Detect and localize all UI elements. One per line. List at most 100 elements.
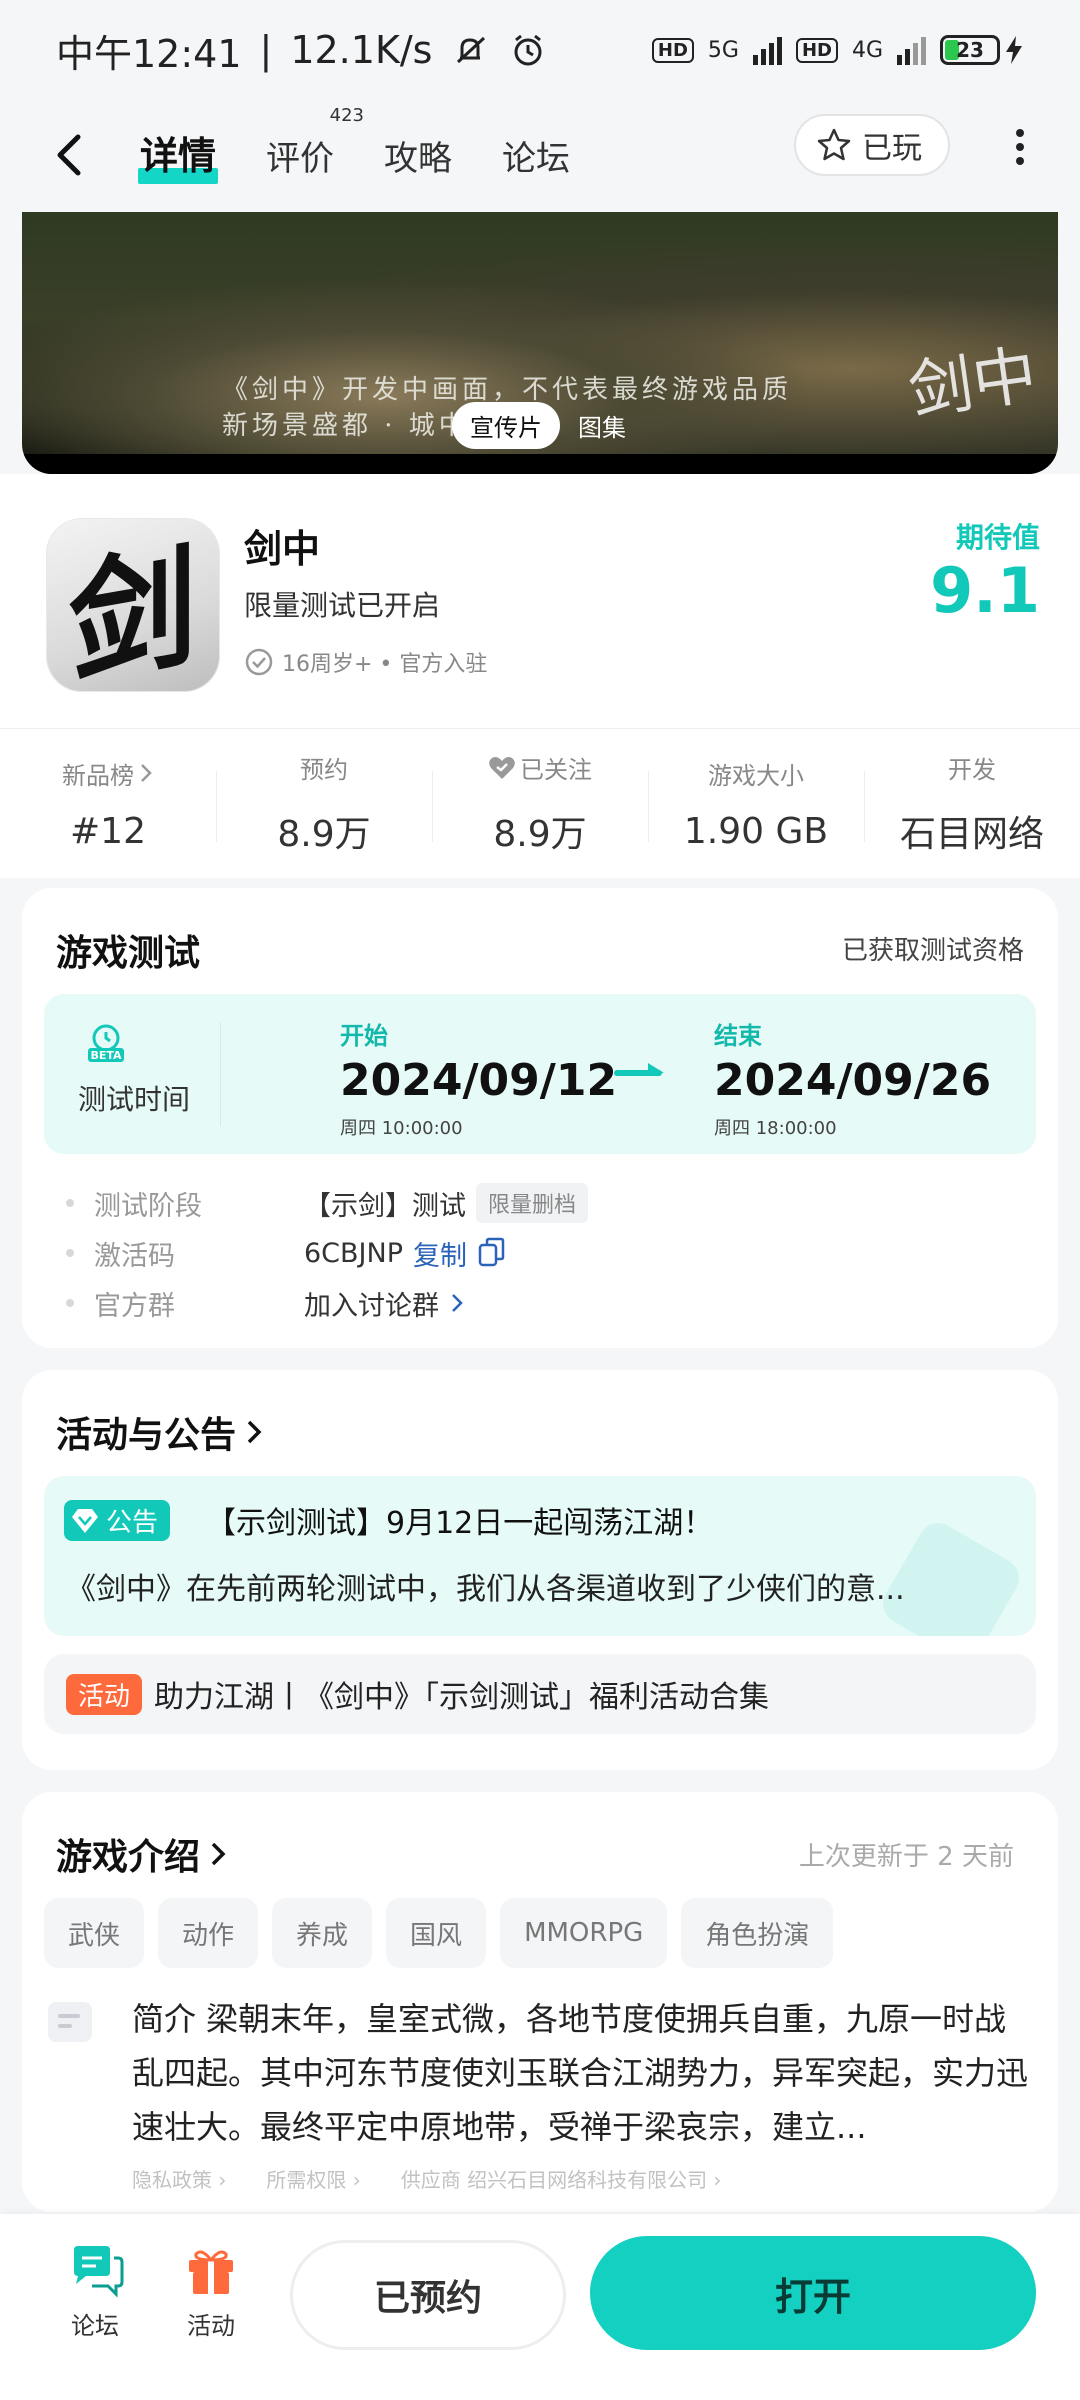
activation-code-row: 激活码 6CBJNP 复制: [66, 1228, 588, 1278]
genre-tag[interactable]: 动作: [158, 1898, 259, 1968]
stat-size-label: 游戏大小: [708, 761, 804, 790]
tab-details[interactable]: 详情: [137, 125, 219, 186]
chat-icon: [74, 2246, 124, 2298]
stat-developer-value: 石目网络: [899, 814, 1044, 855]
media-banner[interactable]: 《剑中》开发中画面，不代表最终游戏品质 新场景盛都 · 城中田地图 剑中 宣传片…: [22, 212, 1058, 474]
intro-text[interactable]: 简介 梁朝末年，皇室式微，各地节度使拥兵自重，九原一时战乱四起。其中河东节度使刘玉…: [132, 1992, 1032, 2154]
activity-item[interactable]: 活动 助力江湖丨《剑中》「示剑测试」福利活动合集: [44, 1654, 1036, 1734]
alarm-icon: [508, 30, 548, 70]
tab-reviews[interactable]: 评价 423: [266, 105, 364, 186]
charging-icon: [1006, 36, 1022, 64]
notice-title: 【示剑测试】9月12日一起闯荡江湖！: [206, 1506, 714, 1541]
forum-label: 论坛: [71, 2312, 119, 2340]
star-icon: [817, 128, 851, 161]
stat-reservations-value: 8.9万: [277, 814, 371, 855]
test-stage-value: 【示剑】测试: [304, 1190, 466, 1222]
diamond-icon: [72, 1508, 98, 1533]
copy-icon[interactable]: [477, 1237, 507, 1269]
copy-button[interactable]: 复制: [413, 1234, 467, 1273]
notice-body: 《剑中》在先前两轮测试中，我们从各渠道收到了少侠们的意...: [66, 1572, 905, 1607]
top-nav: 详情 评价 423 攻略 论坛 已玩: [0, 100, 1080, 210]
news-title-label: 活动与公告: [56, 1415, 237, 1456]
gallery-pill[interactable]: 图集: [578, 408, 626, 443]
activation-code-value: 6CBJNP: [304, 1237, 403, 1269]
intro-title[interactable]: 游戏介绍: [56, 1828, 228, 1880]
gift-icon: [189, 2250, 233, 2294]
chevron-right-icon: [211, 1842, 226, 1866]
stat-ranking-label: 新品榜: [62, 761, 134, 790]
mute-icon: [450, 30, 490, 70]
signal-icon: [752, 35, 782, 65]
beta-icon: BETA: [82, 1018, 130, 1066]
chevron-right-icon: [247, 1420, 262, 1444]
test-title: 游戏测试: [56, 933, 201, 974]
genre-tag[interactable]: 角色扮演: [681, 1898, 834, 1968]
battery-level: 23: [956, 38, 984, 62]
official-group-row: 官方群 加入讨论群: [66, 1278, 588, 1328]
video-pill[interactable]: 宣传片: [452, 402, 560, 449]
activation-code-label: 激活码: [94, 1240, 175, 1272]
genre-tags: 武侠 动作 养成 国风 MMORPG 角色扮演: [44, 1898, 834, 1968]
join-group-link[interactable]: 加入讨论群: [304, 1284, 465, 1323]
notice-badge-label: 公告: [106, 1508, 159, 1538]
test-start: 开始 2024/09/12 周四 10:00:00: [340, 1016, 617, 1140]
stat-developer[interactable]: 开发 石目网络: [864, 729, 1080, 878]
banner-calligraphy: 剑中: [904, 338, 1042, 430]
game-test-card: 游戏测试 已获取测试资格 BETA 测试时间 开始 2024/09/12 周四 …: [22, 888, 1058, 1348]
test-stage-tag: 限量删档: [476, 1183, 589, 1223]
expect-label: 期待值: [955, 521, 1040, 554]
start-time: 周四 10:00:00: [340, 1118, 463, 1139]
test-time-label: 测试时间: [78, 1083, 191, 1116]
played-button[interactable]: 已玩: [794, 114, 950, 176]
end-label: 结束: [714, 1022, 762, 1050]
arrow-right-icon: [614, 1063, 664, 1076]
media-switch: 宣传片 图集: [452, 402, 626, 449]
forum-button[interactable]: 论坛: [50, 2244, 140, 2341]
tab-guides[interactable]: 攻略: [384, 131, 452, 186]
status-time: 中午12:41: [56, 31, 242, 76]
tab-forum[interactable]: 论坛: [502, 131, 570, 186]
intro-lead: 简介: [132, 2000, 197, 2038]
genre-tag[interactable]: MMORPG: [500, 1898, 668, 1968]
stat-followed[interactable]: 已关注 8.9万: [432, 729, 648, 878]
last-updated: 上次更新于 2 天前: [798, 1842, 1014, 1872]
heart-icon: [489, 756, 515, 779]
stat-reservations: 预约 8.9万: [216, 729, 432, 878]
stat-ranking-value: #12: [70, 810, 146, 852]
genre-tag[interactable]: 养成: [272, 1898, 373, 1968]
bottom-action-bar: 论坛 活动 已预约 打开: [0, 2214, 1080, 2400]
more-button[interactable]: [1000, 122, 1040, 172]
stat-size: 游戏大小 1.90 GB: [648, 729, 864, 878]
test-time-box: BETA 测试时间 开始 2024/09/12 周四 10:00:00 结束 2…: [44, 994, 1036, 1154]
genre-tag[interactable]: 国风: [386, 1898, 487, 1968]
intro-title-label: 游戏介绍: [56, 1837, 201, 1878]
intro-body: 梁朝末年，皇室式微，各地节度使拥兵自重，九原一时战乱四起。其中河东节度使刘玉联合…: [132, 2000, 1029, 2146]
activity-button[interactable]: 活动: [166, 2244, 256, 2341]
notice-badge: 公告: [64, 1500, 171, 1541]
privacy-link[interactable]: 隐私政策 ›: [132, 2164, 226, 2193]
expect-value: 9.1: [930, 554, 1040, 627]
verified-icon: [245, 648, 273, 676]
app-status: 限量测试已开启: [244, 589, 441, 622]
open-button[interactable]: 打开: [590, 2236, 1036, 2350]
review-count: 423: [329, 104, 365, 126]
app-header: 剑 剑中 限量测试已开启 16周岁+ • 官方入驻 期待值 9.1: [0, 474, 1080, 728]
back-button[interactable]: [40, 125, 100, 185]
signal-icon-2: [897, 35, 926, 65]
reserved-button[interactable]: 已预约: [290, 2240, 566, 2350]
genre-tag[interactable]: 武侠: [44, 1898, 145, 1968]
battery-icon: 23: [940, 35, 1024, 65]
official-group-label: 官方群: [94, 1290, 175, 1322]
permissions-link[interactable]: 所需权限 ›: [266, 2164, 360, 2193]
tab-reviews-label: 评价: [266, 138, 335, 179]
status-divider: |: [259, 28, 273, 72]
start-date: 2024/09/12: [340, 1055, 618, 1106]
news-title[interactable]: 活动与公告: [56, 1406, 264, 1458]
activity-label: 活动: [187, 2312, 235, 2340]
more-icon: [1016, 129, 1024, 137]
supplier-link[interactable]: 供应商 绍兴石目网络科技有限公司 ›: [401, 2164, 722, 2193]
app-meta[interactable]: 16周岁+ • 官方入驻: [244, 646, 487, 678]
stat-ranking[interactable]: 新品榜 #12: [0, 729, 216, 878]
hd-icon: HD: [651, 37, 694, 63]
notice-item[interactable]: 公告 【示剑测试】9月12日一起闯荡江湖！ 《剑中》在先前两轮测试中，我们从各渠…: [44, 1476, 1036, 1636]
